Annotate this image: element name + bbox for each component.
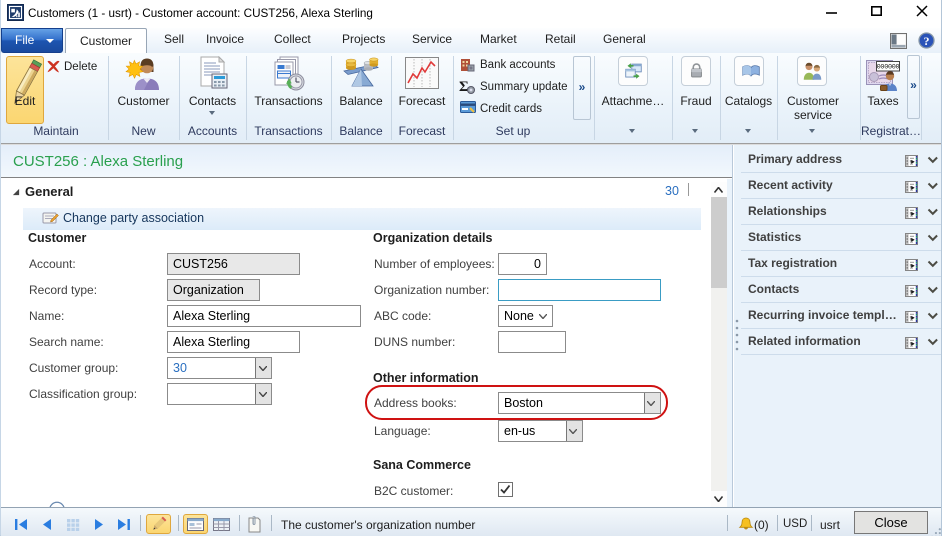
svg-text:000000: 000000 — [877, 64, 900, 72]
svg-text:?: ? — [924, 34, 930, 48]
